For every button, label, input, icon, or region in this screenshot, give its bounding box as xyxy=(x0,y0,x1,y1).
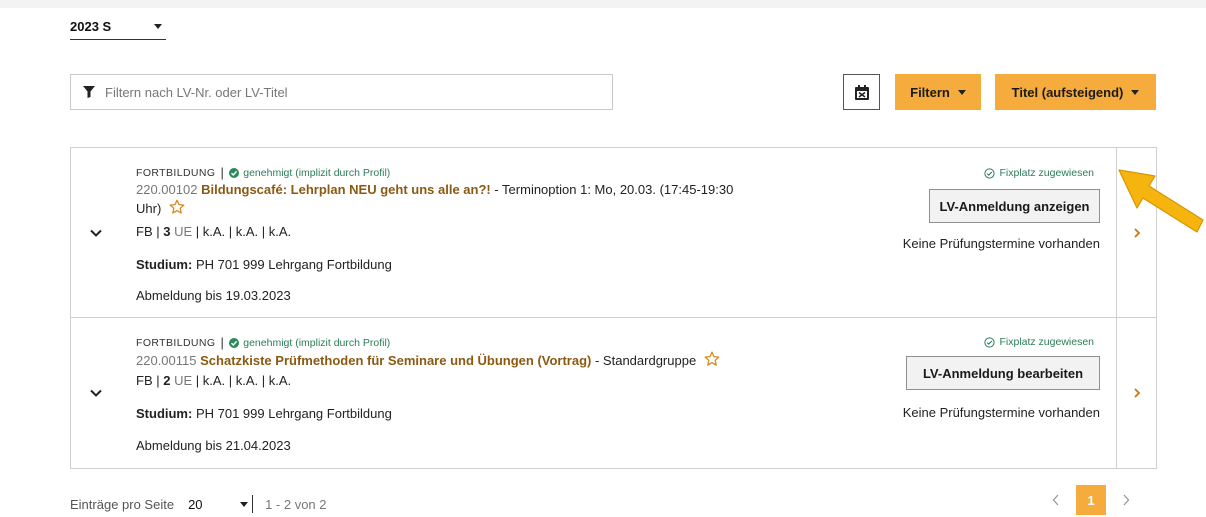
course-details: FB | 3 UE | k.A. | k.A. | k.A. xyxy=(136,224,292,239)
per-page-label: Einträge pro Seite xyxy=(70,496,175,512)
page-button-current[interactable]: 1 xyxy=(1076,485,1106,515)
pagination: 1 xyxy=(1046,485,1136,515)
check-circle-outline-icon xyxy=(984,336,996,348)
open-details-button[interactable] xyxy=(1116,318,1156,468)
course-meta: FORTBILDUNG | genehmigt (implizit durch … xyxy=(136,335,391,350)
placement-status-text: Fixplatz zugewiesen xyxy=(999,336,1094,348)
edit-registration-button[interactable]: LV-Anmeldung bearbeiten xyxy=(906,356,1100,390)
course-title-line: 220.00102 Bildungscafé: Lehrplan NEU geh… xyxy=(136,181,796,218)
study-value: PH 701 999 Lehrgang Fortbildung xyxy=(195,257,392,272)
chevron-down-icon xyxy=(957,89,966,95)
placement-status: Fixplatz zugewiesen xyxy=(984,336,1094,348)
category-label: FORTBILDUNG xyxy=(136,336,216,349)
course-number: 220.00115 xyxy=(136,353,197,368)
result-range: 1 - 2 von 2 xyxy=(265,496,327,512)
semester-select[interactable]: 2023 S xyxy=(70,14,166,40)
chevron-left-icon xyxy=(1052,494,1059,506)
annotation-arrow xyxy=(1118,169,1204,233)
course-option: - Standardgruppe xyxy=(591,353,697,368)
per-page-control: Einträge pro Seite 20 1 - 2 von 2 xyxy=(70,495,327,513)
filter-icon xyxy=(83,86,95,98)
list-item: FORTBILDUNG | genehmigt (implizit durch … xyxy=(71,148,1156,318)
divider xyxy=(252,495,254,513)
search-field[interactable] xyxy=(70,74,613,110)
course-type: FB xyxy=(136,373,153,388)
chevron-down-icon xyxy=(154,24,162,29)
per-page-select[interactable]: 20 xyxy=(188,496,249,512)
next-page-button[interactable] xyxy=(1116,485,1136,515)
course-number: 220.00102 xyxy=(136,182,198,197)
course-list: FORTBILDUNG | genehmigt (implizit durch … xyxy=(70,147,1157,469)
per-page-value: 20 xyxy=(188,496,203,512)
chevron-down-icon[interactable] xyxy=(89,226,103,240)
course-meta: FORTBILDUNG | genehmigt (implizit durch … xyxy=(136,165,391,180)
course-title-link[interactable]: Bildungscafé: Lehrplan NEU geht uns alle… xyxy=(201,182,491,197)
exam-info: Keine Prüfungstermine vorhanden xyxy=(902,236,1100,251)
sort-button[interactable]: Titel (aufsteigend) xyxy=(995,74,1156,110)
exam-info: Keine Prüfungstermine vorhanden xyxy=(902,405,1100,420)
course-extra: k.A. | k.A. | k.A. xyxy=(202,373,292,388)
course-extra: k.A. | k.A. | k.A. xyxy=(202,224,292,239)
show-registration-button[interactable]: LV-Anmeldung anzeigen xyxy=(929,189,1100,223)
placement-status-text: Fixplatz zugewiesen xyxy=(999,167,1094,179)
calendar-export-button[interactable] xyxy=(843,74,880,110)
study-label: Studium: xyxy=(136,257,193,272)
category-label: FORTBILDUNG xyxy=(136,166,216,179)
check-circle-icon xyxy=(229,337,240,348)
top-bar xyxy=(0,0,1206,8)
deregister-deadline: Abmeldung bis 19.03.2023 xyxy=(136,288,291,303)
approval-status: genehmigt (implizit durch Profil) xyxy=(243,166,391,179)
check-circle-icon xyxy=(229,167,240,178)
chevron-down-icon xyxy=(1131,89,1140,95)
chevron-down-icon[interactable] xyxy=(89,386,103,400)
study-value: PH 701 999 Lehrgang Fortbildung xyxy=(195,406,392,421)
study-label: Studium: xyxy=(136,406,193,421)
chevron-right-icon xyxy=(1123,494,1130,506)
course-hours: 3 xyxy=(163,224,171,239)
course-option-cont: Uhr) xyxy=(136,201,162,216)
star-icon[interactable] xyxy=(704,351,720,367)
course-option: - Terminoption 1: Mo, 20.03. (17:45-19:3… xyxy=(490,182,734,197)
chevron-right-icon xyxy=(1133,388,1140,398)
sort-button-label: Titel (aufsteigend) xyxy=(1011,84,1124,100)
course-unit: UE xyxy=(174,373,193,388)
approval-status: genehmigt (implizit durch Profil) xyxy=(243,336,391,349)
star-icon[interactable] xyxy=(169,199,185,215)
study-program: Studium: PH 701 999 Lehrgang Fortbildung xyxy=(136,257,392,272)
list-item: FORTBILDUNG | genehmigt (implizit durch … xyxy=(71,318,1156,468)
course-title-link[interactable]: Schatzkiste Prüfmethoden für Seminare un… xyxy=(200,353,591,368)
check-circle-outline-icon xyxy=(984,167,996,179)
previous-page-button[interactable] xyxy=(1046,485,1066,515)
course-unit: UE xyxy=(174,224,193,239)
filter-button[interactable]: Filtern xyxy=(895,74,981,110)
course-details: FB | 2 UE | k.A. | k.A. | k.A. xyxy=(136,373,292,388)
deregister-deadline: Abmeldung bis 21.04.2023 xyxy=(136,438,291,453)
semester-value: 2023 S xyxy=(70,19,112,34)
study-program: Studium: PH 701 999 Lehrgang Fortbildung xyxy=(136,406,392,421)
course-title-line: 220.00115 Schatzkiste Prüfmethoden für S… xyxy=(136,351,796,370)
chevron-down-icon xyxy=(240,501,249,507)
search-input[interactable] xyxy=(105,84,585,100)
calendar-icon xyxy=(854,84,869,100)
filter-button-label: Filtern xyxy=(910,84,950,100)
course-type: FB xyxy=(136,224,153,239)
placement-status: Fixplatz zugewiesen xyxy=(984,167,1094,179)
course-hours: 2 xyxy=(163,373,171,388)
